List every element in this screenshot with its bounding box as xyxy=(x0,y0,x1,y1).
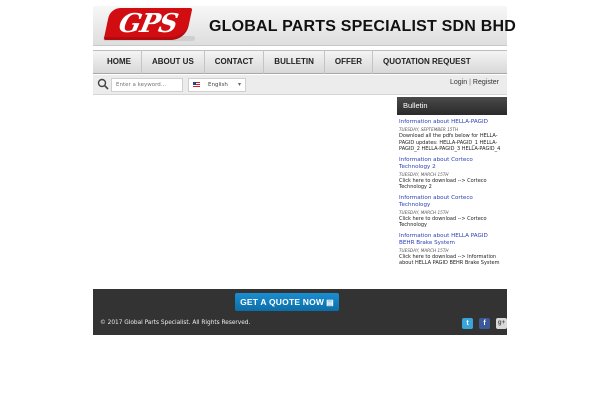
post-body: Download all the pdfs below for HELLA-PA… xyxy=(399,133,501,152)
quote-button-label: GET A QUOTE NOW xyxy=(240,297,325,307)
facebook-icon[interactable]: f xyxy=(479,318,490,329)
nav-item-contact[interactable]: CONTACT xyxy=(205,50,265,74)
list-item: Information about Corteco Technology Tue… xyxy=(399,195,505,229)
nav-item-about-us[interactable]: ABOUT US xyxy=(142,50,205,74)
nav-item-offer[interactable]: OFFER xyxy=(325,50,373,74)
search-bar: English ▾ Login|Register xyxy=(93,75,507,95)
chevron-down-icon: ▾ xyxy=(237,81,241,88)
logo[interactable]: GPS xyxy=(103,8,193,40)
register-link[interactable]: Register xyxy=(473,79,499,86)
list-item: Information about Corteco Technology 2 T… xyxy=(399,157,505,191)
doc-icon: ▤ xyxy=(326,298,334,307)
post-title-link[interactable]: Information about Corteco Technology xyxy=(399,195,505,209)
header: GPS GLOBAL PARTS SPECIALIST SDN BHD xyxy=(93,6,516,46)
nav-item-bulletin[interactable]: BULLETIN xyxy=(264,50,325,74)
post-title-link[interactable]: Information about Corteco Technology 2 xyxy=(399,157,505,171)
get-quote-button[interactable]: GET A QUOTE NOW ▤ xyxy=(235,293,339,311)
flag-icon xyxy=(193,82,200,87)
social-links: t f g+ xyxy=(462,318,507,329)
gplus-icon[interactable]: g+ xyxy=(496,318,507,329)
main-content: Bulletin Information about HELLA-PAGID T… xyxy=(93,95,507,289)
login-link[interactable]: Login xyxy=(450,79,467,86)
twitter-icon[interactable]: t xyxy=(462,318,473,329)
nav-item-home[interactable]: HOME xyxy=(99,50,142,74)
site-container: GPS GLOBAL PARTS SPECIALIST SDN BHD HOME… xyxy=(93,6,516,335)
language-label: English xyxy=(208,82,228,88)
main-nav: HOME ABOUT US CONTACT BULLETIN OFFER QUO… xyxy=(93,50,507,74)
list-item: Information about HELLA-PAGID Tuesday, S… xyxy=(399,119,505,153)
list-item: Information about HELLA PAGID BEHR Brake… xyxy=(399,233,505,267)
sidebar-title: Bulletin xyxy=(397,97,507,115)
post-title-link[interactable]: Information about HELLA PAGID BEHR Brake… xyxy=(399,233,505,247)
bulletin-list: Information about HELLA-PAGID Tuesday, S… xyxy=(397,115,507,267)
auth-separator: | xyxy=(469,79,471,86)
copyright-text: © 2017 Global Parts Specialist. All Righ… xyxy=(100,320,251,326)
post-body: Click here to download --> Corteco Techn… xyxy=(399,215,487,229)
language-select[interactable]: English ▾ xyxy=(188,78,246,92)
auth-links: Login | Register xyxy=(450,79,499,86)
search-icon[interactable] xyxy=(97,78,109,90)
footer: GET A QUOTE NOW ▤ © 2017 Global Parts Spe… xyxy=(93,289,507,335)
company-name: GLOBAL PARTS SPECIALIST SDN BHD xyxy=(209,18,516,35)
search-input[interactable] xyxy=(111,78,183,92)
post-body: Click here to download --> Corteco Techn… xyxy=(399,177,487,191)
nav-item-quotation-request[interactable]: QUOTATION REQUEST xyxy=(373,50,481,74)
post-body: Click here to download --> Information a… xyxy=(399,253,500,267)
post-title-link[interactable]: Information about HELLA-PAGID xyxy=(399,119,505,126)
bulletin-sidebar: Bulletin Information about HELLA-PAGID T… xyxy=(397,97,507,271)
